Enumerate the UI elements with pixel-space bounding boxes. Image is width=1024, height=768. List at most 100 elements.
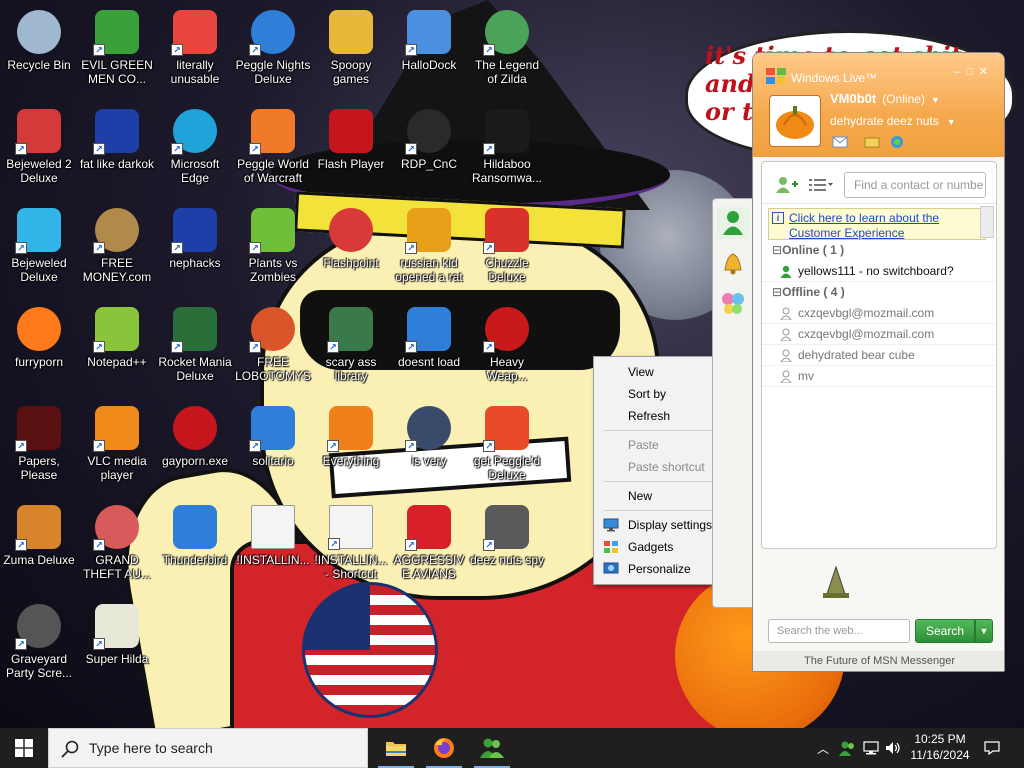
taskbar-search-box[interactable]: Type here to search (48, 728, 368, 768)
msn-personal-message[interactable]: dehydrate deez nuts ▼ (830, 114, 956, 128)
view-options-icon[interactable] (808, 177, 834, 193)
desktop-icon[interactable]: Flashpoint (312, 202, 390, 298)
contact-search-input[interactable]: Find a contact or numbe (844, 172, 986, 198)
desktop-icon[interactable]: ↗ Hildaboo Ransomwa... (468, 103, 546, 199)
desktop-icon[interactable]: ↗ nephacks (156, 202, 234, 298)
desktop-icon[interactable]: ↗ Papers, Please (0, 400, 78, 496)
mpl-shield-icon: ↗ (405, 406, 451, 452)
action-center-button[interactable] (980, 728, 1004, 768)
desktop-icon[interactable]: Spoopy games (312, 4, 390, 100)
desktop-icon-label: deez nuts spy (469, 553, 545, 567)
windows-live-logo-icon (766, 68, 786, 84)
desktop-icon[interactable]: !INSTALLIN... (234, 499, 312, 595)
contact-row[interactable]: mv (762, 366, 996, 387)
desktop-icon[interactable]: ↗ RDP_CnC (390, 103, 468, 199)
desktop-icon[interactable]: ↗ Microsoft Edge (156, 103, 234, 199)
contact-row[interactable]: cxzqevbgl@mozmail.com (762, 303, 996, 324)
msn-messenger-window[interactable]: Windows Live™ –□✕ VM0b0t (Online) ▼ dehydr… (752, 52, 1005, 672)
tray-volume[interactable] (882, 728, 904, 768)
clock-time: 10:25 PM (914, 732, 966, 746)
desktop-icon[interactable]: Flash Player (312, 103, 390, 199)
avatar[interactable] (769, 95, 821, 147)
desktop-icon[interactable]: ↗ The Legend of Zilda (468, 4, 546, 100)
desktop-icon[interactable]: ↗ Plants vs Zombies (234, 202, 312, 298)
desktop-icon[interactable]: ↗ Heavy Weap... (468, 301, 546, 397)
desktop-icon[interactable]: ↗ get Peggle'd Deluxe (468, 400, 546, 496)
desktop-icon[interactable]: ↗ Peggle Nights Deluxe (234, 4, 312, 100)
desktop[interactable]: it's time to get shit and or t Recycle B… (0, 0, 1024, 728)
gadgets-icon (604, 541, 618, 553)
msn-display-name[interactable]: VM0b0t (Online) ▼ (830, 91, 940, 106)
contact-row[interactable]: yellows111 - no switchboard? (762, 261, 996, 282)
shortcut-arrow-icon: ↗ (15, 440, 27, 452)
customer-experience-banner[interactable]: i Click here to learn about the Customer… (768, 208, 986, 240)
offline-group-header[interactable]: ⊟Offline ( 4 ) (762, 282, 996, 303)
collapse-icon[interactable]: ⊟ (772, 285, 782, 299)
customer-experience-link-2[interactable]: Customer Experience (789, 226, 985, 241)
desktop-icon[interactable]: ↗ Bejeweled Deluxe (0, 202, 78, 298)
desktop-icon[interactable]: gayporn.exe (156, 400, 234, 496)
desktop-icon[interactable]: ↗ Super Hilda (78, 598, 156, 694)
tray-messenger[interactable] (836, 728, 858, 768)
desktop-icon[interactable]: ↗ VLC media player (78, 400, 156, 496)
desktop-icon-label: russian kid opened a rat (395, 256, 463, 284)
desktop-icon[interactable]: Thunderbird (156, 499, 234, 595)
desktop-icon-label: furryporn (14, 355, 64, 369)
chevron-down-icon[interactable]: ▼ (947, 117, 956, 127)
desktop-icon[interactable]: ↗ solitario (234, 400, 312, 496)
desktop-icon[interactable]: furryporn (0, 301, 78, 397)
desktop-icon[interactable]: ↗ Everything (312, 400, 390, 496)
desktop-icon[interactable]: ↗ Peggle World of Warcraft (234, 103, 312, 199)
add-contact-icon[interactable] (774, 176, 798, 194)
desktop-icon-label: scary ass library (325, 355, 377, 383)
customer-experience-link-1[interactable]: Click here to learn about the (789, 211, 985, 226)
desktop-icon[interactable]: ↗ EVIL GREEN MEN CO... (78, 4, 156, 100)
desktop-icon[interactable]: ↗ doesnt load (390, 301, 468, 397)
taskbar-firefox[interactable] (420, 728, 468, 768)
desktop-icon[interactable]: ↗ HalloDock (390, 4, 468, 100)
maximize-icon[interactable]: □ (966, 66, 979, 78)
desktop-icon[interactable]: ↗ FREE LOBOTOMYS (234, 301, 312, 397)
taskbar-clock[interactable]: 10:25 PM 11/16/2024 (905, 731, 975, 763)
taskbar-messenger[interactable] (468, 728, 516, 768)
web-search-button[interactable]: Search (915, 619, 975, 643)
contact-list-scrollbar[interactable] (980, 206, 994, 238)
desktop-icon[interactable]: ↗ is very (390, 400, 468, 496)
desktop-icon[interactable]: Recycle Bin (0, 4, 78, 100)
desktop-icon[interactable]: ↗ fat like darkok (78, 103, 156, 199)
contact-row[interactable]: cxzqevbgl@mozmail.com (762, 324, 996, 345)
desktop-icon[interactable]: ↗ Chuzzle Deluxe (468, 202, 546, 298)
desktop-icon[interactable]: ↗ scary ass library (312, 301, 390, 397)
contact-name: dehydrated bear cube (798, 348, 915, 362)
firefox-icon (17, 307, 61, 351)
start-button[interactable] (0, 728, 48, 768)
desktop-icon[interactable]: ↗ deez nuts spy (468, 499, 546, 595)
msn-spaces-tab[interactable] (717, 287, 749, 319)
desktop-icon[interactable]: ↗ Zuma Deluxe (0, 499, 78, 595)
chevron-down-icon[interactable]: ▼ (931, 95, 940, 105)
collapse-icon[interactable]: ⊟ (772, 243, 782, 257)
msn-alerts-tab[interactable] (717, 247, 749, 279)
contact-row[interactable]: dehydrated bear cube (762, 345, 996, 366)
tray-overflow[interactable]: ︿ (812, 728, 834, 768)
desktop-icon[interactable]: ↗ russian kid opened a rat (390, 202, 468, 298)
desktop-icon[interactable]: ↗ Bejeweled 2 Deluxe (0, 103, 78, 199)
desktop-icon[interactable]: ↗ Graveyard Party Scre... (0, 598, 78, 694)
msn-contacts-tab[interactable] (717, 207, 749, 239)
desktop-icon[interactable]: ↗ Rocket Mania Deluxe (156, 301, 234, 397)
desktop-icon[interactable]: ↗ AGGRESSIVE AVIANS (390, 499, 468, 595)
web-search-input[interactable]: Search the web... (768, 619, 910, 643)
msn-status[interactable]: (Online) (882, 92, 925, 106)
taskbar-file-explorer[interactable] (372, 728, 420, 768)
desktop-icon[interactable]: ↗ FREE MONEY.com (78, 202, 156, 298)
msn-quick-tools[interactable] (831, 135, 911, 149)
tray-network[interactable] (860, 728, 882, 768)
minimize-icon[interactable]: – (954, 66, 966, 78)
desktop-icon[interactable]: ↗ Notepad++ (78, 301, 156, 397)
online-group-header[interactable]: ⊟Online ( 1 ) (762, 240, 996, 261)
desktop-icon[interactable]: ↗ literally unusable (156, 4, 234, 100)
close-icon[interactable]: ✕ (979, 66, 994, 78)
chevron-down-icon[interactable]: ▼ (975, 619, 993, 643)
desktop-icon[interactable]: ↗ !INSTALLIN... - Shortcut (312, 499, 390, 595)
desktop-icon[interactable]: ↗ GRAND THEFT AU... (78, 499, 156, 595)
